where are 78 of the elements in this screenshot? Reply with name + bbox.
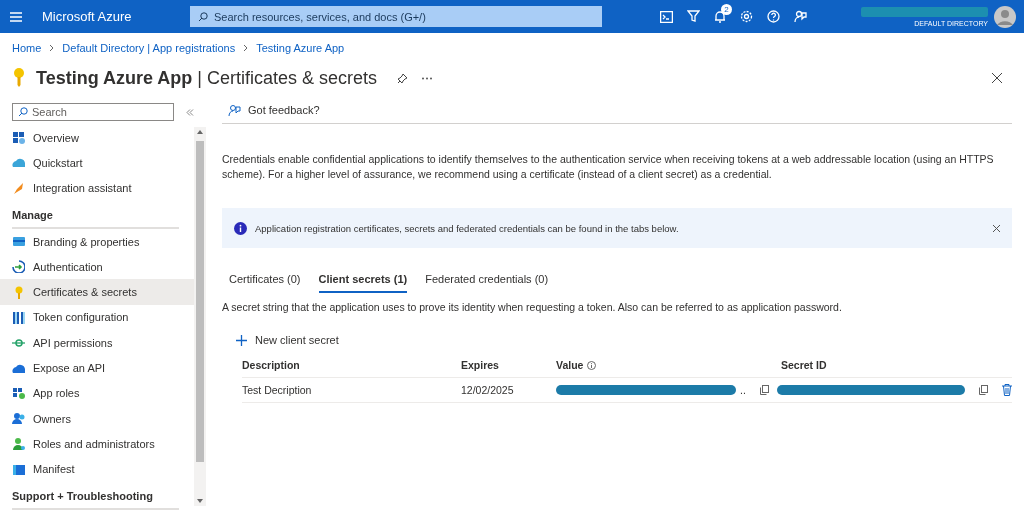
nav-item[interactable]: Overview [0, 125, 194, 151]
nav-icon [12, 437, 25, 451]
close-icon[interactable] [992, 73, 1002, 83]
new-client-secret-button[interactable]: New client secret [236, 333, 339, 347]
bell-icon[interactable] [714, 10, 726, 23]
chevron-icon [243, 44, 249, 52]
filter-icon[interactable] [687, 10, 700, 23]
copy-icon[interactable] [759, 385, 769, 395]
nav-item[interactable]: Token configuration [0, 304, 194, 331]
help-icon[interactable] [767, 10, 780, 23]
avatar-icon[interactable] [994, 5, 1016, 28]
column-header: Description [242, 359, 300, 371]
nav-item[interactable]: Expose an API [0, 355, 194, 381]
nav-icon [12, 336, 25, 350]
section-heading: Support + Troubleshooting [11, 488, 154, 504]
search-placeholder: Search resources, services, and docs (G+/) [214, 10, 426, 23]
nav-icon [12, 462, 25, 476]
feedback-icon [228, 103, 242, 117]
feedback-link[interactable]: Got feedback? [248, 104, 320, 116]
notification-badge: 2 [721, 4, 732, 15]
chevron-icon [49, 44, 55, 52]
nav-icon [12, 156, 25, 170]
tab[interactable]: Federated credentials (0) [425, 270, 549, 293]
more-icon[interactable] [422, 76, 433, 80]
section-heading: Manage [11, 207, 54, 223]
nav-icon [12, 181, 25, 195]
nav-icon [12, 412, 25, 426]
breadcrumb-link[interactable]: Default Directory | App registrations [62, 42, 236, 54]
nav-item[interactable]: API permissions [0, 330, 194, 356]
column-header: Secret ID [781, 359, 827, 371]
feedback-icon[interactable] [794, 10, 807, 23]
tab-description: A secret string that the application uses to prove its identity when requesting a token. Also can be referred to as application password. [222, 301, 843, 313]
breadcrumb-link[interactable]: Testing Azure App [256, 42, 345, 54]
table-cell: 12/02/2025 [461, 384, 514, 396]
delete-icon[interactable] [1002, 384, 1012, 396]
scrollbar[interactable] [194, 127, 206, 506]
search-icon [198, 11, 208, 22]
scroll-down-icon[interactable] [197, 499, 203, 503]
close-icon[interactable] [993, 224, 1000, 232]
nav-icon [12, 131, 25, 145]
info-text: Application registration certificates, secrets and federated credentials can be found in the tabs below. [255, 222, 679, 234]
tab[interactable]: Client secrets (1) [318, 270, 408, 293]
nav-icon [12, 310, 25, 324]
nav-item[interactable]: Roles and administrators [0, 431, 194, 457]
settings-icon[interactable] [740, 10, 753, 23]
nav-item[interactable]: Integration assistant [0, 175, 194, 201]
breadcrumb-link[interactable]: Home [12, 42, 42, 54]
nav-icon [12, 235, 25, 249]
nav-item[interactable]: Manifest [0, 456, 194, 482]
copy-icon[interactable] [979, 385, 988, 395]
nav-item[interactable]: App roles [0, 380, 194, 406]
nav-item[interactable]: Certificates & secrets [0, 279, 194, 305]
nav-item[interactable]: Branding & properties [0, 228, 194, 255]
info-icon [234, 221, 247, 235]
plus-icon [236, 334, 247, 346]
nav-icon [12, 386, 25, 400]
search-icon [18, 107, 28, 117]
column-header: Expires [461, 359, 499, 371]
page-title: Testing Azure App | Certificates & secrets [36, 67, 378, 89]
search-placeholder: Search [32, 106, 67, 118]
key-icon [12, 67, 26, 89]
search-field[interactable]: Search resources, services, and docs (G+/) [190, 6, 602, 27]
info-icon [587, 360, 597, 370]
nav-item[interactable]: Owners [0, 405, 194, 432]
brand-name[interactable]: Microsoft Azure [42, 9, 190, 24]
table-cell: .. [740, 384, 746, 396]
nav-item[interactable]: Quickstart [0, 150, 194, 176]
nav-icon [12, 260, 25, 274]
menu-icon[interactable] [10, 11, 22, 22]
search-field[interactable]: Search [12, 103, 175, 121]
scroll-up-icon[interactable] [197, 130, 203, 134]
terminal-icon[interactable] [660, 10, 673, 23]
description-text: Credentials enable confidential applications to identify themselves to the authentication service when receiving tokens at a web addressable location (using an HTTPS scheme). For a higher level of assurance, we recommend using a certificate (instead of a client secret) as a credential. [222, 152, 995, 182]
tab[interactable]: Certificates (0) [229, 270, 301, 293]
nav-item[interactable]: Authentication [0, 254, 194, 280]
column-header: Value [556, 359, 584, 371]
pin-icon[interactable] [397, 72, 409, 84]
table-cell: Test Decription [242, 384, 312, 396]
